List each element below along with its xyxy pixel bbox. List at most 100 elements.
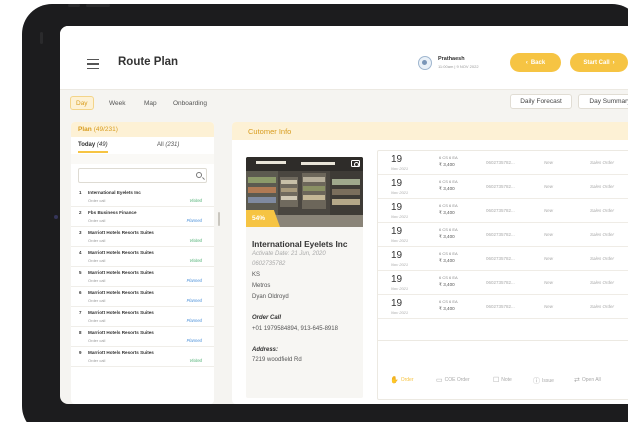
avatar[interactable]	[418, 56, 432, 70]
order-phone: 0602735782...	[486, 208, 515, 213]
list-item[interactable]: 2 Fbs Business Finance Order call Planned	[71, 207, 214, 227]
order-type: Sales Order	[590, 160, 615, 165]
order-day: 19	[391, 202, 403, 213]
status-badge: Visited	[189, 238, 203, 243]
app-header: Route Plan Prathaesh 11:00am | 9 NOV 202…	[60, 26, 628, 90]
order-day: 19	[391, 274, 403, 285]
order-day: 19	[391, 178, 403, 189]
list-item-type: Order call	[88, 298, 106, 303]
table-row[interactable]: 19 Nov 2021 6 CS 6 EA ₹ 3,400 0602735782... N…	[378, 199, 628, 223]
status-badge: Planned	[186, 278, 202, 283]
customer-info-header: Cutomer Info	[232, 122, 628, 140]
list-item[interactable]: 1 International Eyelets Inc Order call Visi…	[71, 187, 214, 207]
customer-info-panel: Cutomer Info 54% International Eyelets I…	[232, 122, 628, 404]
tab-today[interactable]: Today (49)	[78, 142, 108, 148]
search-input[interactable]	[78, 168, 207, 183]
order-state: New	[544, 208, 554, 213]
order-month: Nov 2021	[391, 310, 409, 315]
list-item-name: Marriott Hotels Resorts Suites	[88, 270, 154, 275]
order-type: Sales Order	[590, 256, 615, 261]
tab-day[interactable]: Day	[70, 96, 94, 110]
list-item[interactable]: 6 Marriott Hotels Resorts Suites Order cal…	[71, 287, 214, 307]
panel-resize-handle[interactable]	[218, 212, 220, 226]
store-photo: 54%	[246, 157, 363, 227]
table-row[interactable]: 19 Nov 2021 6 CS 6 EA ₹ 3,400 0602735782... N…	[378, 151, 628, 175]
order-amount: ₹ 3,400	[439, 162, 455, 167]
order-day: 19	[391, 250, 403, 261]
list-item-number: 1	[79, 190, 82, 195]
divider	[71, 154, 214, 164]
address-label: Address:	[252, 347, 279, 353]
table-row[interactable]: 19 Nov 2021 6 CS 6 EA ₹ 3,400 0602735782... N…	[378, 247, 628, 271]
hardware-button	[40, 32, 43, 44]
hamburger-menu-icon[interactable]	[87, 59, 99, 72]
list-item[interactable]: 4 Marriott Hotels Resorts Suites Order cal…	[71, 247, 214, 267]
order-phone: 0602735782...	[486, 232, 515, 237]
hardware-button	[68, 4, 80, 7]
customer-state: KS	[252, 272, 261, 278]
cart-icon: ▭	[436, 377, 443, 384]
tab-map[interactable]: Map	[139, 96, 162, 110]
list-item-name: Fbs Business Finance	[88, 210, 137, 215]
day-summary-button[interactable]: Day Summary	[578, 94, 628, 109]
open-all-action-button[interactable]: ⇄ Open All	[574, 376, 601, 384]
order-quantity: 6 CS 6 EA	[439, 299, 458, 304]
tab-week[interactable]: Week	[104, 96, 131, 110]
action-label: Order	[400, 377, 414, 383]
start-call-button[interactable]: Start Call ›	[570, 53, 628, 72]
hand-icon: ✋	[390, 377, 399, 384]
plan-panel: Plan (49/231) Today (49) All (231) 1 Int…	[71, 122, 214, 404]
order-amount: ₹ 3,400	[439, 258, 455, 263]
list-item[interactable]: 8 Marriott Hotels Resorts Suites Order cal…	[71, 327, 214, 347]
note-action-button[interactable]: ☐ Note	[493, 376, 512, 384]
list-item[interactable]: 7 Marriott Hotels Resorts Suites Order cal…	[71, 307, 214, 327]
order-month: Nov 2021	[391, 262, 409, 267]
list-item-type: Order call	[88, 358, 106, 363]
list-item[interactable]: 9 Marriott Hotels Resorts Suites Order cal…	[71, 347, 214, 367]
list-item[interactable]: 5 Marriott Hotels Resorts Suites Order cal…	[71, 267, 214, 287]
list-item-number: 7	[79, 310, 82, 315]
back-button-label: Back	[530, 59, 546, 66]
table-row[interactable]: 19 Nov 2021 6 CS 6 EA ₹ 3,400 0602735782... N…	[378, 175, 628, 199]
order-quantity: 6 CS 6 EA	[439, 203, 458, 208]
action-label: Note	[501, 377, 512, 383]
order-type: Sales Order	[590, 208, 615, 213]
activate-date: Activate Date: 21 Jun, 2020	[252, 251, 326, 257]
order-type: Sales Order	[590, 232, 615, 237]
plan-tabs: Today (49) All (231)	[71, 137, 214, 154]
user-time: 11:00am | 9 NOV 2022	[438, 64, 479, 69]
order-state: New	[544, 256, 554, 261]
customer-address: 7219 woodfield Rd	[252, 357, 302, 363]
order-phone: 0602735782...	[486, 184, 515, 189]
coe-order-action-button[interactable]: ▭ COE Order	[436, 376, 470, 384]
camera-icon[interactable]	[351, 160, 360, 167]
table-row[interactable]: 19 Nov 2021 6 CS 6 EA ₹ 3,400 0602735782... N…	[378, 223, 628, 247]
status-badge: Visited	[189, 358, 203, 363]
list-item-type: Order call	[88, 338, 106, 343]
issue-action-button[interactable]: ⓘ Issue	[533, 376, 554, 386]
back-button[interactable]: ‹ Back	[510, 53, 561, 72]
list-item[interactable]: 3 Marriott Hotels Resorts Suites Order cal…	[71, 227, 214, 247]
camera-dot	[54, 215, 58, 219]
order-type: Sales Order	[590, 184, 615, 189]
list-item-name: Marriott Hotels Resorts Suites	[88, 350, 154, 355]
tab-all[interactable]: All (231)	[157, 142, 179, 148]
list-item-name: Marriott Hotels Resorts Suites	[88, 230, 154, 235]
list-item-type: Order call	[88, 238, 106, 243]
table-row[interactable]: 19 Nov 2021 6 CS 6 EA ₹ 3,400 0602735782... N…	[378, 295, 628, 319]
list-item-number: 9	[79, 350, 82, 355]
expand-icon: ⇄	[574, 377, 580, 384]
order-type: Sales Order	[590, 280, 615, 285]
app-screen: Route Plan Prathaesh 11:00am | 9 NOV 202…	[60, 26, 628, 404]
search-icon[interactable]	[196, 172, 202, 178]
order-amount: ₹ 3,400	[439, 282, 455, 287]
tab-all-label: All	[157, 142, 164, 148]
order-month: Nov 2021	[391, 238, 409, 243]
table-row[interactable]: 19 Nov 2021 6 CS 6 EA ₹ 3,400 0602735782... N…	[378, 271, 628, 295]
tab-onboarding[interactable]: Onboarding	[168, 96, 212, 110]
order-type: Sales Order	[590, 304, 615, 309]
order-action-button[interactable]: ✋ Order	[390, 376, 414, 384]
daily-forecast-button[interactable]: Daily Forecast	[510, 94, 572, 109]
list-item-number: 3	[79, 230, 82, 235]
call-numbers: +01 1979584894, 913-645-8918	[252, 326, 338, 332]
